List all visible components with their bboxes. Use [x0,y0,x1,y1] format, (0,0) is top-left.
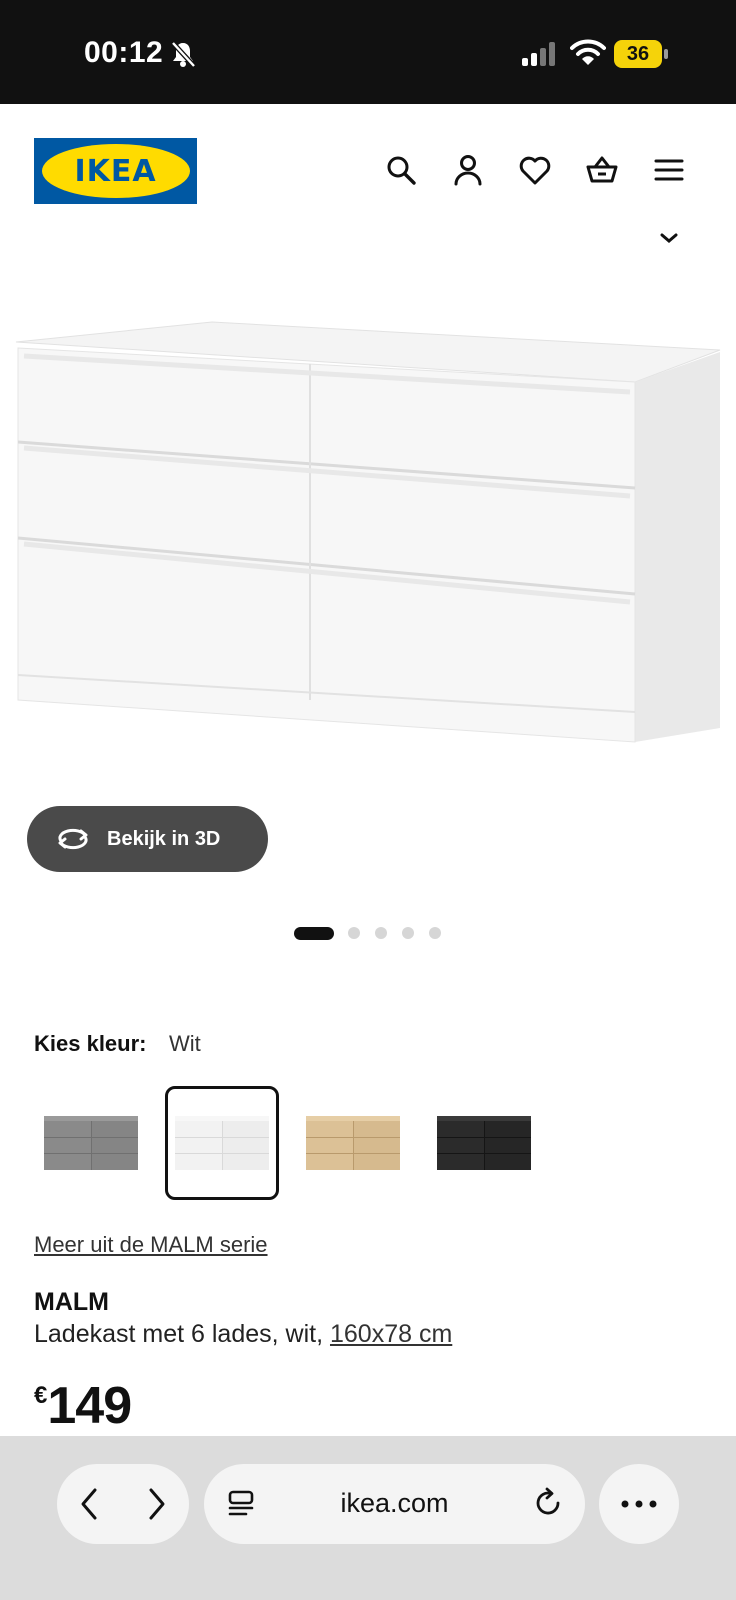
back-button[interactable] [69,1484,109,1524]
account-icon[interactable] [448,150,488,190]
swatch-image [306,1116,400,1170]
swatch-image [437,1116,531,1170]
chevron-right-icon [149,1488,165,1520]
carousel-dot-3[interactable] [375,927,387,939]
carousel-dot-5[interactable] [429,927,441,939]
swatch-image [44,1116,138,1170]
url-text: ikea.com [340,1488,449,1518]
swatch-image [175,1116,269,1170]
carousel-dot-2[interactable] [348,927,360,939]
cellular-signal-icon [522,42,555,66]
color-swatch-black-brown[interactable] [427,1086,541,1200]
color-picker-label: Kies kleur: [34,1031,147,1056]
battery-level: 36 [614,40,662,68]
color-swatch-white[interactable] [165,1086,279,1200]
product-price: €149 [34,1376,132,1436]
menu-icon[interactable] [649,150,689,190]
carousel-dot-4[interactable] [402,927,414,939]
color-swatch-oak[interactable] [296,1086,410,1200]
wishlist-heart-icon[interactable] [515,150,555,190]
product-image-dresser[interactable] [0,300,736,800]
ikea-logo[interactable]: IKEA [34,138,197,204]
browser-toolbar: ikea.com [0,1436,736,1600]
wifi-icon [570,39,606,65]
basket-icon[interactable] [582,150,622,190]
series-link[interactable]: Meer uit de MALM serie [34,1232,268,1258]
chevron-down-icon [660,233,678,243]
forward-button[interactable] [137,1484,177,1524]
chevron-left-icon [81,1488,97,1520]
price-currency: € [34,1382,48,1409]
carousel-dot-1[interactable] [294,926,334,940]
status-bar: 00:12 36 [0,0,736,104]
view-in-3d-button[interactable]: Bekijk in 3D [27,806,268,872]
image-carousel-pagination [294,926,456,940]
product-description-text: Ladekast met 6 lades, wit, [34,1320,330,1348]
view-in-3d-label: Bekijk in 3D [107,827,221,850]
history-nav-group [57,1464,189,1544]
selected-color-value: Wit [169,1031,201,1056]
logo-text: IKEA [74,153,157,189]
reload-icon[interactable] [532,1486,566,1520]
bell-slash-icon [171,41,196,68]
price-amount: 149 [47,1377,132,1435]
address-bar[interactable]: ikea.com [204,1464,585,1544]
ellipsis-icon [621,1500,657,1508]
rotate-3d-icon [58,828,88,850]
search-icon[interactable] [381,150,421,190]
product-description: Ladekast met 6 lades, wit, 160x78 cm [34,1320,452,1349]
product-name: MALM [34,1288,109,1316]
more-options-button[interactable] [599,1464,679,1544]
product-size-link[interactable]: 160x78 cm [330,1320,452,1348]
battery-icon: 36 [614,40,668,68]
status-time: 00:12 [84,36,164,69]
color-swatch-grey[interactable] [34,1086,148,1200]
